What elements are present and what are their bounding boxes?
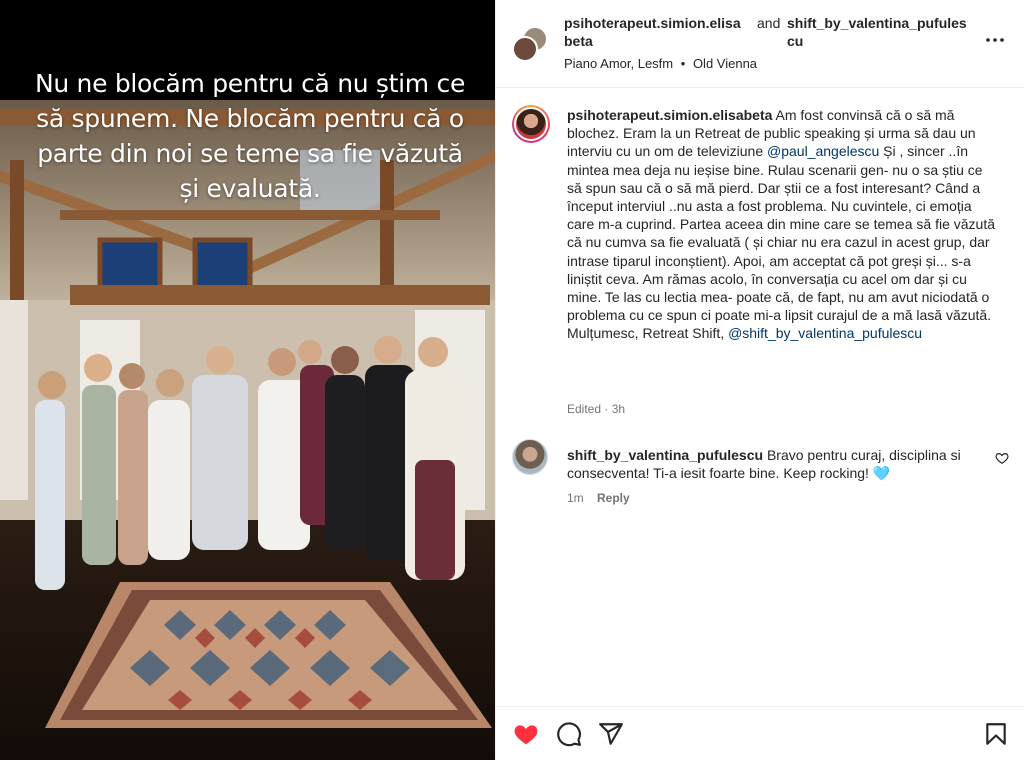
author-avatar[interactable] [512,36,538,62]
more-options-button[interactable] [985,30,1005,50]
caption-username[interactable]: psihoterapeut.simion.elisabeta [567,107,772,123]
share-button[interactable] [598,721,624,747]
caption-meta: Edited · 3h [567,402,626,416]
story-overlay-quote: Nu ne blocăm pentru că nu știm ce să spu… [34,69,466,203]
reply-username[interactable]: shift_by_valentina_pufulescu [567,447,763,463]
more-horizontal-icon [986,38,1004,42]
reply-comment: shift_by_valentina_pufulescu Bravo pentr… [567,446,987,482]
reply-button[interactable]: Reply [597,491,630,505]
reply-author-avatar[interactable] [512,439,548,475]
author-username[interactable]: psihoterapeut.simion.elisabeta [564,14,747,50]
caption-timestamp[interactable]: 3h [612,402,625,416]
dot-separator: • [680,56,686,71]
reply-timestamp[interactable]: 1m [567,491,584,505]
audio-track-link[interactable]: Piano Amor, Lesfm [564,56,673,71]
collab-avatars[interactable] [512,26,548,62]
bookmark-icon [986,723,1006,745]
comment-like-button[interactable] [995,451,1009,465]
post-caption: psihoterapeut.simion.elisabeta Am fost c… [567,106,1001,343]
post-media[interactable]: Nu ne blocăm pentru că nu știm ce să spu… [0,0,495,760]
post-header: psihoterapeut.simion.elisabeta and shift… [496,0,1024,88]
comment-icon [557,722,581,747]
edited-label: Edited [567,402,602,416]
like-button[interactable] [513,721,539,747]
share-icon [599,723,623,745]
heart-filled-icon [514,725,538,745]
mention-paul-angelescu[interactable]: @paul_angelescu [767,143,879,159]
caption-text-part2: Și , sincer ..în mintea mea deja nu ieși… [567,143,995,342]
collaborator-username[interactable]: shift_by_valentina_pufulescu [787,14,970,50]
heart-outline-icon [995,453,1009,464]
post-details-panel: psihoterapeut.simion.elisabeta and shift… [495,0,1024,760]
comments-section[interactable]: psihoterapeut.simion.elisabeta Am fost c… [496,89,1024,706]
audio-location-line: Piano Amor, Lesfm • Old Vienna [564,56,757,71]
reply-meta: 1m Reply [567,491,630,505]
and-connector: and [757,15,781,31]
save-button[interactable] [983,721,1009,747]
location-link[interactable]: Old Vienna [693,56,757,71]
caption-author-avatar[interactable] [512,105,550,143]
mention-shift-by-valentina[interactable]: @shift_by_valentina_pufulescu [728,325,922,341]
post-action-bar [496,706,1024,760]
comment-button[interactable] [556,721,582,747]
